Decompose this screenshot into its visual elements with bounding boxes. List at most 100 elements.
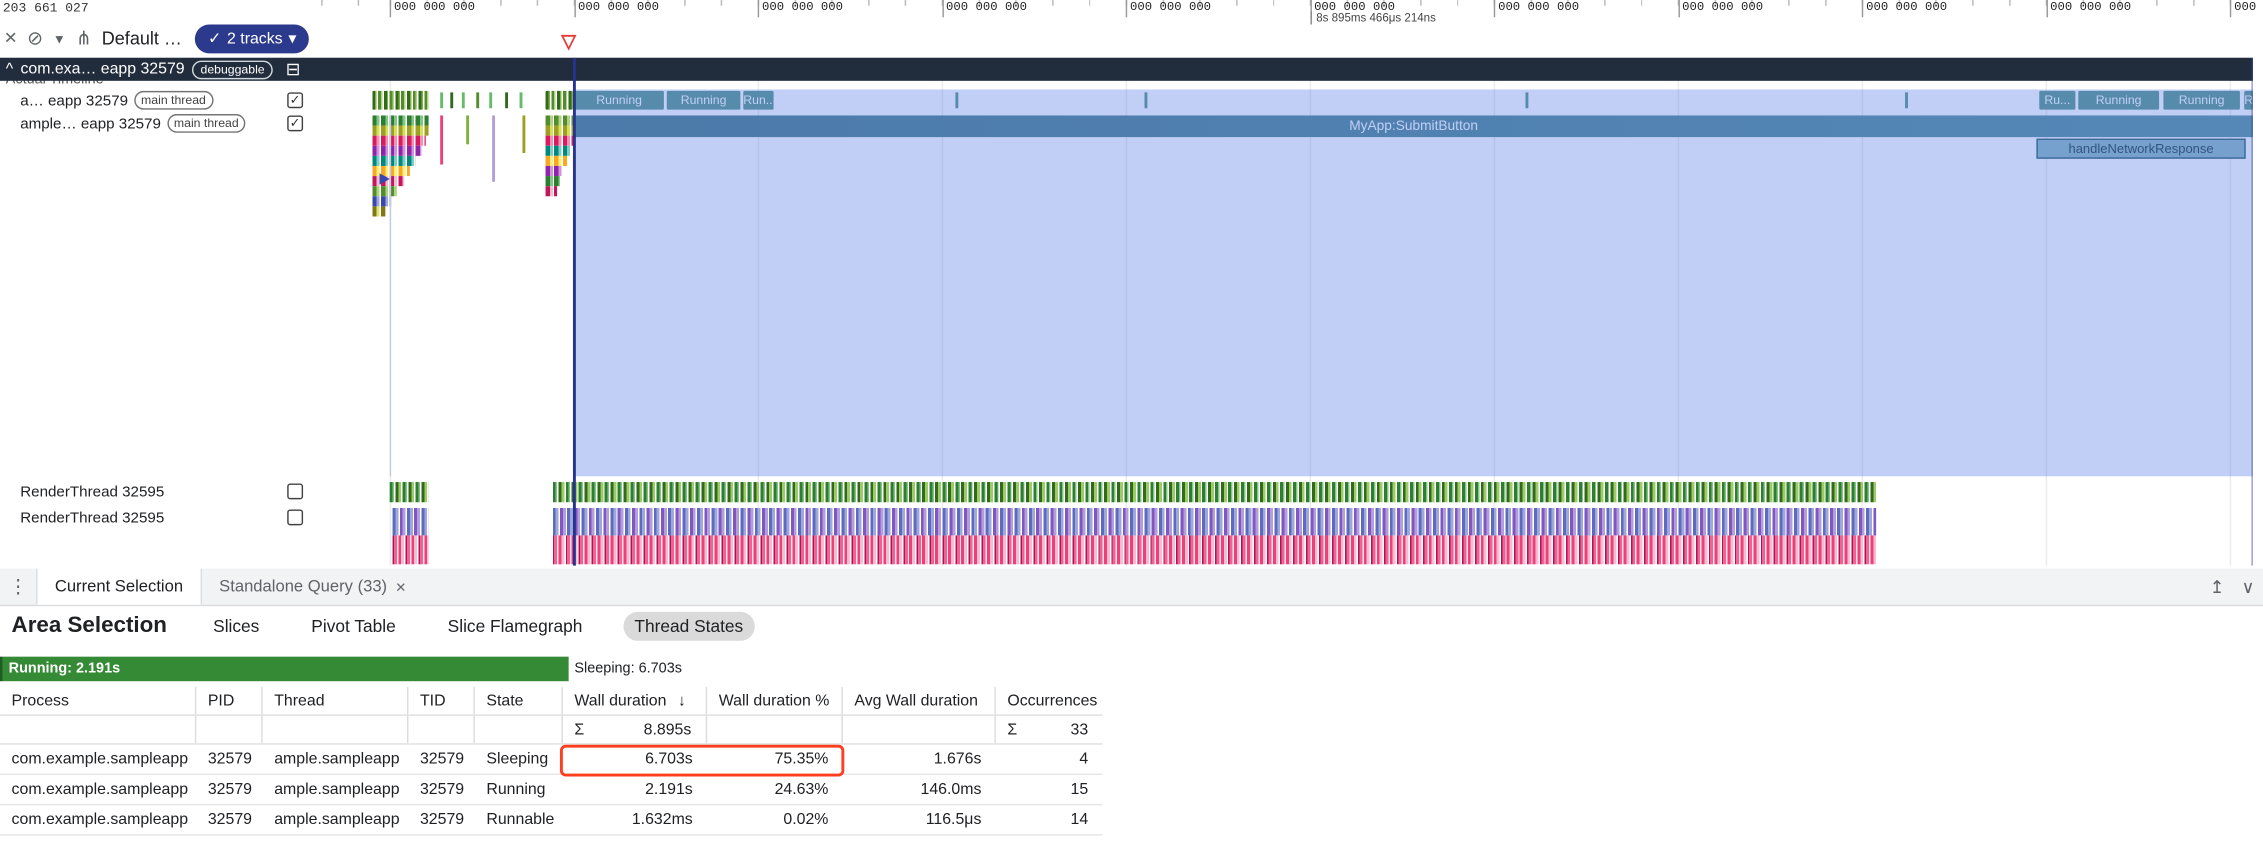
track-row-main-thread-2[interactable]: ample… eapp 32579 main thread ✓ [0, 113, 307, 135]
summary-empty [0, 716, 196, 743]
expand-caret-icon: ^ [6, 61, 13, 78]
flag-marker-icon[interactable]: ▽ [561, 32, 575, 51]
disable-pointer-icon[interactable]: ⊘ [27, 27, 43, 50]
ruler-tick-label: 000 000 000 [578, 0, 659, 14]
table-row-running[interactable]: com.example.sampleapp 32579 ample.sample… [0, 775, 1103, 805]
track-row-main-thread-1[interactable]: a… eapp 32579 main thread ✓ [0, 89, 307, 111]
table-row-runnable[interactable]: com.example.sampleapp 32579 ample.sample… [0, 805, 1103, 835]
cell-tid: 32579 [408, 745, 474, 774]
collapse-panel-icon[interactable]: ∨ [2242, 577, 2255, 597]
track-toolbar: × ⊘ ▼ ⋔ Default … ✓ 2 tracks ▾ [0, 22, 307, 55]
cell-wall-duration: 2.191s [563, 775, 707, 804]
thread-state-proportion-bar: Running: 2.191s Sleeping: 6.703s [0, 657, 2253, 682]
flame-slices [372, 126, 428, 136]
ruler-tick: 000 000 000 [942, 0, 943, 17]
debuggable-badge: debuggable [192, 60, 273, 79]
renderthread-slices [553, 508, 1876, 535]
timeline-canvas[interactable]: Running Running Run... Ru... Running Run… [307, 58, 2252, 566]
perfetto-trace-viewer: 203 661 027 000 000 000 000 000 000 000 … [0, 0, 2263, 857]
ruler-tick: 000 000 000 [1126, 0, 1127, 17]
cell-state: Sleeping [475, 745, 563, 774]
cell-tid: 32579 [408, 775, 474, 804]
process-group-header[interactable]: ^ com.exa… eapp 32579 debuggable ⊟ [0, 58, 2253, 81]
track-row-renderthread-1[interactable]: RenderThread 32595 [0, 481, 307, 503]
cell-pid: 32579 [196, 775, 262, 804]
ruler-tick: 000 000 000 [1678, 0, 1679, 17]
bar-segment-sleeping[interactable]: Sleeping: 6.703s [574, 657, 682, 682]
cell-state: Runnable [475, 805, 563, 834]
col-header-process[interactable]: Process [0, 687, 196, 714]
cell-process: com.example.sampleapp [0, 775, 196, 804]
thread-state-tick [489, 92, 492, 108]
col-header-pid[interactable]: PID [196, 687, 262, 714]
ruler-tick: 000 000 000 [2046, 0, 2047, 17]
sort-desc-icon: ↓ [678, 692, 686, 709]
summary-empty [843, 716, 996, 743]
cell-avg-wall-duration: 146.0ms [843, 775, 996, 804]
ruler-tick-label: 000 000 000 [1130, 0, 1211, 14]
collapse-group-icon[interactable]: ⊟ [286, 59, 301, 79]
ruler-origin-timestamp: 203 661 027 [3, 1, 89, 15]
col-header-state[interactable]: State [475, 687, 563, 714]
flame-slices [372, 115, 428, 125]
view-tab-slice-flamegraph[interactable]: Slice Flamegraph [436, 612, 594, 641]
track-checkbox[interactable]: ✓ [287, 92, 303, 108]
filter-icon[interactable]: ▼ [53, 31, 66, 45]
flame-slices [372, 146, 421, 156]
flame-slices [372, 186, 397, 196]
renderthread-slices [553, 482, 1876, 502]
col-header-occurrences[interactable]: Occurrences [996, 687, 1103, 714]
view-tab-slices[interactable]: Slices [202, 612, 271, 641]
table-row-sleeping[interactable]: com.example.sampleapp 32579 ample.sample… [0, 745, 1103, 775]
thread-state-tick [520, 92, 523, 108]
track-checkbox[interactable] [287, 509, 303, 525]
flame-tail-line [390, 115, 391, 476]
close-icon[interactable]: × [396, 577, 406, 597]
drag-handle-icon[interactable]: ⋮ [0, 575, 36, 598]
group-title: com.exa… eapp 32579 [20, 61, 184, 78]
main-thread-badge: main thread [167, 114, 246, 133]
col-header-tid[interactable]: TID [408, 687, 474, 714]
flame-slices [372, 136, 425, 146]
details-panel: ⋮ Current Selection Standalone Query (33… [0, 569, 2263, 857]
track-name: RenderThread 32595 [20, 509, 164, 526]
track-checkbox[interactable]: ✓ [287, 115, 303, 131]
flame-slices [372, 156, 415, 166]
ruler-tick-label: 000 000 000 [946, 0, 1027, 14]
tab-standalone-query[interactable]: Standalone Query (33) × [202, 569, 423, 605]
flame-slices [546, 166, 563, 176]
track-row-renderthread-2[interactable]: RenderThread 32595 [0, 507, 307, 529]
ruler-tick-label: 000 000 000 [1682, 0, 1763, 14]
selection-start-line[interactable] [573, 58, 576, 566]
cell-occurrences: 14 [996, 805, 1103, 834]
tracks-dropdown-button[interactable]: ✓ 2 tracks ▾ [195, 24, 309, 53]
area-selection-overlay[interactable] [574, 89, 2252, 476]
clear-selection-icon[interactable]: × [4, 26, 17, 51]
col-header-avg-wall-duration[interactable]: Avg Wall duration [843, 687, 996, 714]
debug-arrow-marker [380, 173, 390, 185]
col-header-thread[interactable]: Thread [263, 687, 409, 714]
dock-panel-icon[interactable]: ↥ [2210, 577, 2225, 597]
cell-tid: 32579 [408, 805, 474, 834]
col-header-wall-duration[interactable]: Wall duration ↓ [563, 687, 707, 714]
tab-current-selection[interactable]: Current Selection [36, 569, 202, 605]
col-header-wall-duration-pct[interactable]: Wall duration % [707, 687, 843, 714]
cell-wall-duration-pct: 24.63% [707, 775, 843, 804]
view-tab-thread-states[interactable]: Thread States [623, 612, 755, 641]
sigma-icon: Σ [574, 721, 584, 738]
workspace-label[interactable]: Default … [102, 28, 182, 48]
track-checkbox[interactable] [287, 483, 303, 499]
cell-process: com.example.sampleapp [0, 745, 196, 774]
bar-segment-running[interactable]: Running: 2.191s [3, 657, 569, 682]
main-thread-badge: main thread [134, 91, 213, 110]
view-tab-pivot-table[interactable]: Pivot Table [300, 612, 407, 641]
track-name: RenderThread 32595 [20, 483, 164, 500]
ruler-tick: 000 000 000 [1862, 0, 1863, 17]
renderthread-slices [553, 535, 1876, 564]
workspace-flow-icon[interactable]: ⋔ [76, 27, 92, 50]
thread-state-texture [372, 91, 428, 110]
col-header-label: Wall duration [574, 692, 666, 709]
ruler-tick-label: 000 000 000 [2050, 0, 2131, 14]
selection-end-line[interactable] [2251, 58, 2252, 566]
ruler-tick-label: 000 000 000 [762, 0, 843, 14]
